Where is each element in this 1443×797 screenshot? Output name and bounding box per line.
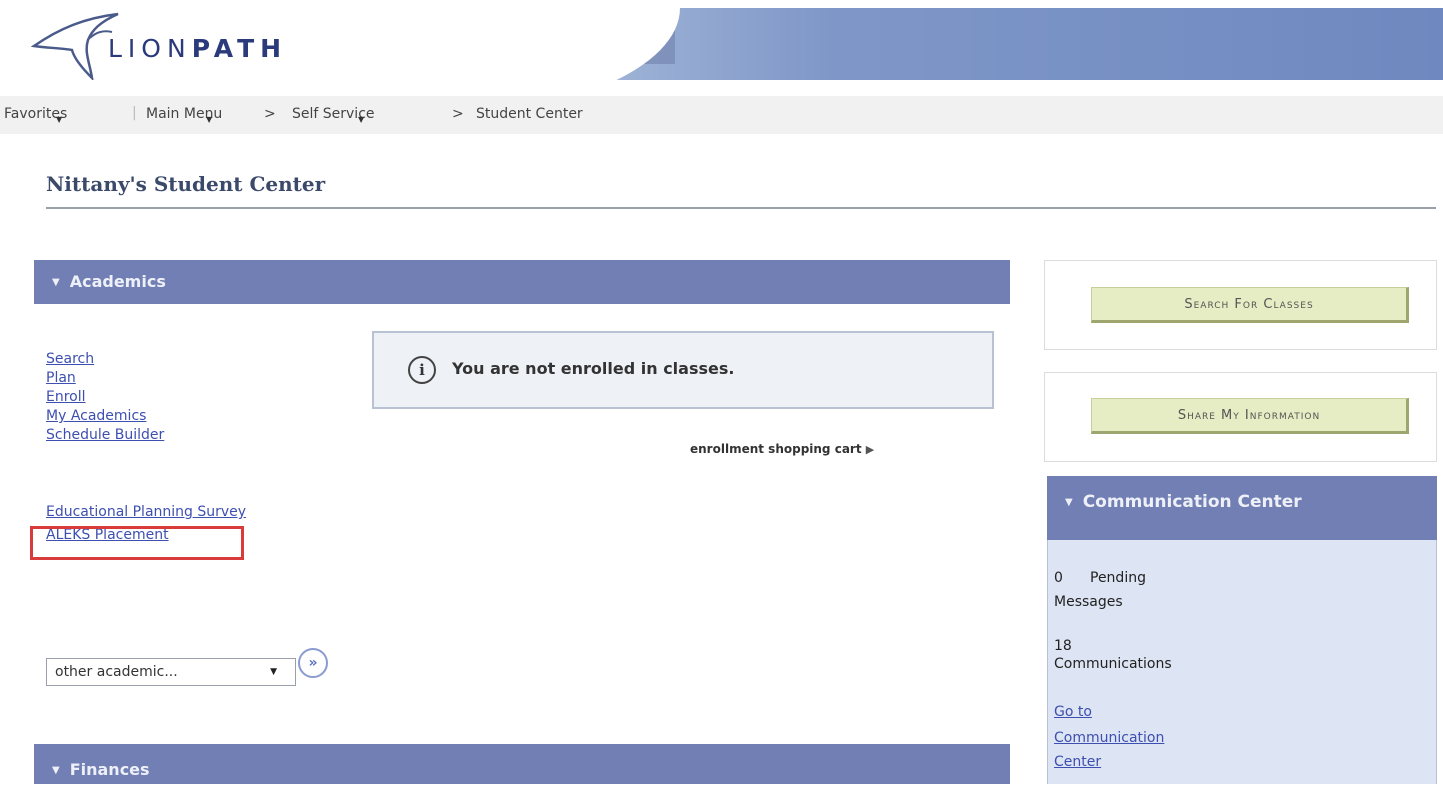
- other-academic-select[interactable]: other academic... ▼: [46, 658, 296, 686]
- title-divider: [46, 207, 1436, 209]
- logo-text-bold: PATH: [191, 34, 288, 63]
- enrollment-cart-link[interactable]: enrollment shopping cart ▶: [690, 442, 874, 456]
- nav-student-center[interactable]: Student Center: [476, 106, 583, 122]
- double-chevron-icon: »: [308, 655, 318, 671]
- logo-text-light: LION: [108, 34, 192, 63]
- select-value: other academic...: [55, 664, 178, 680]
- triangle-down-icon[interactable]: ▼: [1065, 497, 1073, 508]
- breadcrumb-separator: >: [452, 106, 464, 122]
- favorites-dropdown-icon[interactable]: ▼: [56, 115, 62, 124]
- communication-center-body: 0 Pending Messages 18 Communications Go …: [1047, 540, 1437, 784]
- finances-header-label: Finances: [69, 760, 150, 779]
- header-banner: LIONPATH: [0, 0, 1443, 80]
- link-plan[interactable]: Plan: [46, 369, 164, 388]
- messages-label: Messages: [1054, 594, 1123, 610]
- academics-header[interactable]: ▼ Academics: [34, 260, 1010, 304]
- link-schedule-builder[interactable]: Schedule Builder: [46, 426, 164, 445]
- triangle-down-icon[interactable]: ▼: [52, 765, 60, 776]
- nav-divider: |: [132, 105, 137, 121]
- lionpath-logo[interactable]: LIONPATH: [108, 34, 287, 63]
- link-enroll[interactable]: Enroll: [46, 388, 164, 407]
- communications-label: Communications: [1054, 656, 1172, 672]
- aleks-highlight-box: [30, 526, 244, 560]
- communications-count: 18: [1054, 638, 1072, 654]
- go-button[interactable]: »: [298, 648, 328, 678]
- notice-text: You are not enrolled in classes.: [452, 359, 735, 378]
- pending-label: Pending: [1090, 570, 1146, 586]
- lion-logo-icon: [30, 12, 119, 80]
- breadcrumb-separator: >: [264, 106, 276, 122]
- link-educational-planning-survey[interactable]: Educational Planning Survey: [46, 503, 246, 522]
- arrow-right-icon: ▶: [865, 443, 875, 456]
- info-icon: i: [408, 356, 436, 384]
- share-info-panel: Share My Information: [1044, 372, 1437, 462]
- finances-header[interactable]: ▼ Finances: [34, 744, 1010, 784]
- not-enrolled-notice: i You are not enrolled in classes.: [372, 331, 994, 409]
- comm-header-label: Communication Center: [1082, 492, 1302, 512]
- goto-link-line3[interactable]: Center: [1054, 754, 1101, 770]
- pending-count: 0: [1054, 570, 1063, 586]
- chevron-down-icon: ▼: [270, 667, 277, 677]
- search-for-classes-button[interactable]: Search For Classes: [1091, 287, 1409, 323]
- cart-link-label: enrollment shopping cart: [690, 442, 862, 456]
- academics-links: Search Plan Enroll My Academics Schedule…: [46, 350, 164, 445]
- breadcrumb-bar: Favorites ▼ | Main Menu ▼ > Self Service…: [0, 96, 1443, 134]
- search-classes-panel: Search For Classes: [1044, 260, 1437, 350]
- goto-link-line2[interactable]: Communication: [1054, 730, 1164, 746]
- triangle-down-icon[interactable]: ▼: [52, 277, 60, 288]
- share-my-information-button[interactable]: Share My Information: [1091, 398, 1409, 434]
- link-my-academics[interactable]: My Academics: [46, 407, 164, 426]
- goto-link-line1[interactable]: Go to: [1054, 704, 1092, 720]
- academics-header-label: Academics: [69, 272, 166, 291]
- page-title: Nittany's Student Center: [46, 172, 326, 196]
- communication-center-header[interactable]: ▼ Communication Center: [1047, 476, 1437, 540]
- link-search[interactable]: Search: [46, 350, 164, 369]
- banner-curve: [380, 8, 680, 80]
- main-menu-dropdown-icon[interactable]: ▼: [206, 115, 212, 124]
- self-service-dropdown-icon[interactable]: ▼: [358, 115, 364, 124]
